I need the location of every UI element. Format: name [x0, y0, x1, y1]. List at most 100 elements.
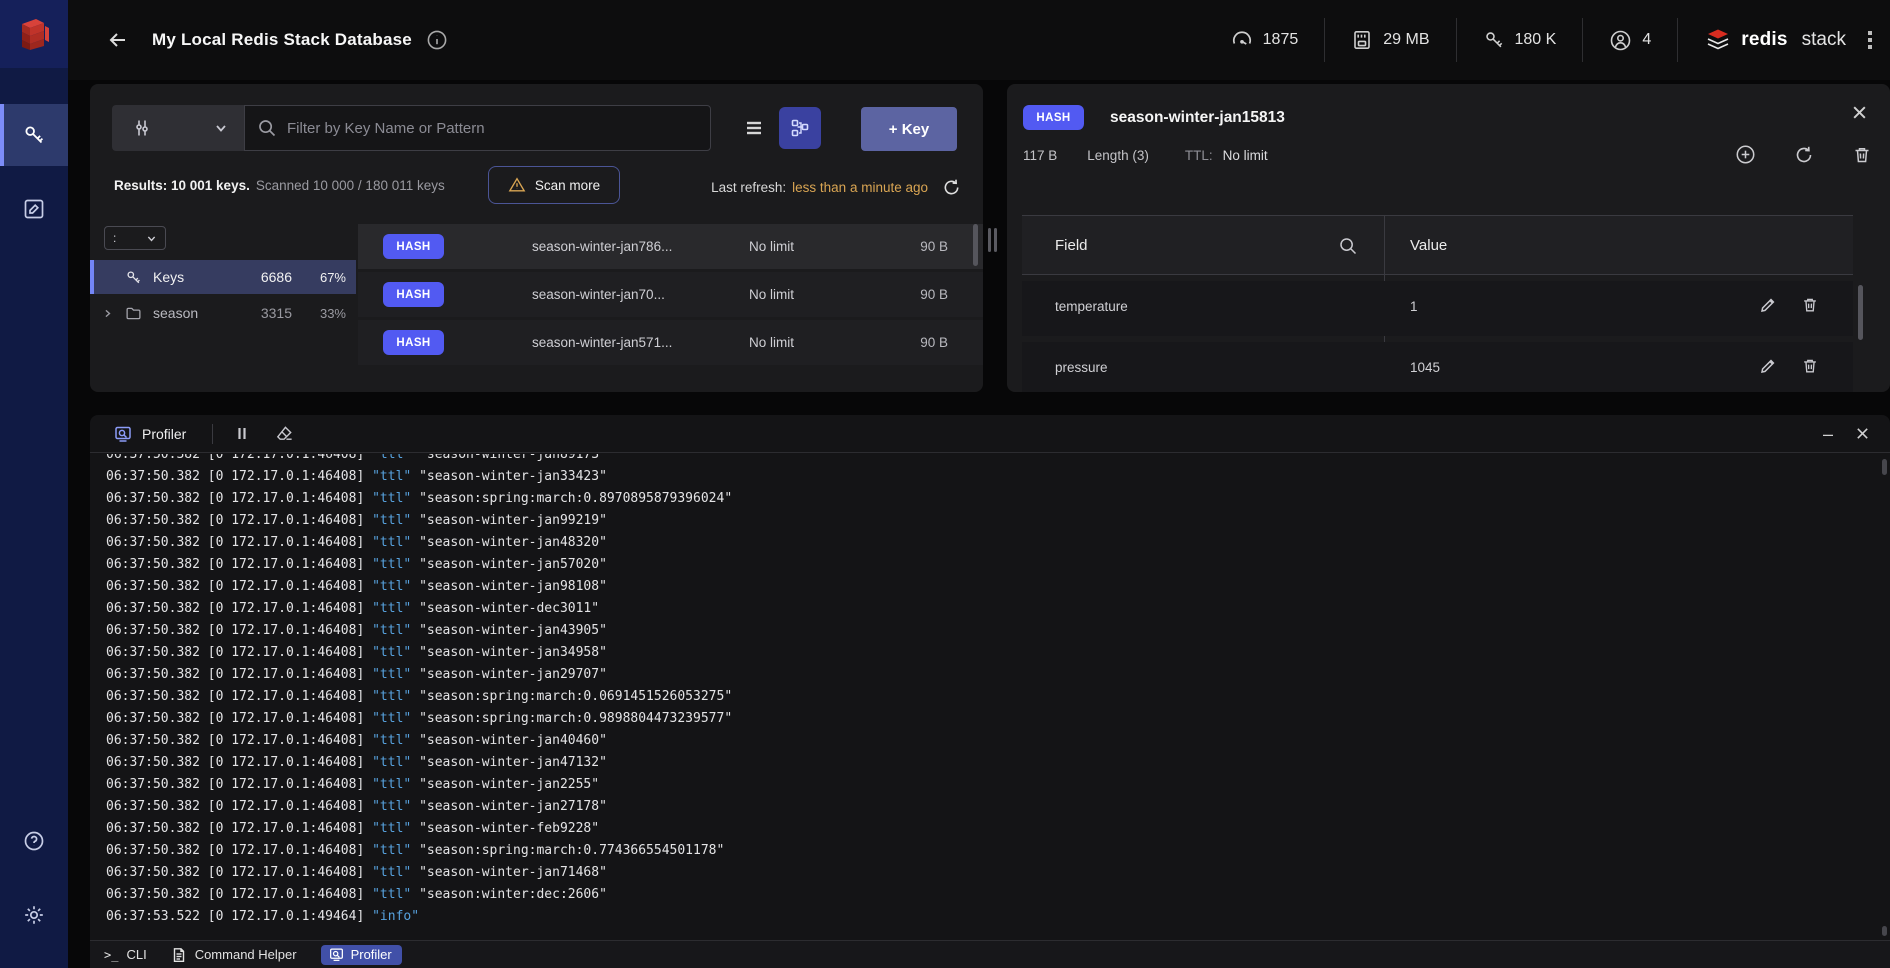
- results-summary: Results: 10 001 keys.Scanned 10 000 / 18…: [114, 178, 445, 193]
- refresh-icon[interactable]: [942, 178, 961, 197]
- database-title: My Local Redis Stack Database: [152, 30, 412, 50]
- key-row[interactable]: HASH season-winter-jan786... No limit 90…: [358, 224, 983, 269]
- edit-field-button[interactable]: [1759, 357, 1777, 375]
- delete-key-button[interactable]: [1852, 145, 1872, 165]
- document-icon: [171, 947, 187, 963]
- scan-more-button[interactable]: Scan more: [488, 166, 620, 204]
- key-ttl: No limit: [749, 287, 794, 302]
- profiler-log[interactable]: 06:37:50.382 [0 172.17.0.1:46408] "ttl" …: [90, 454, 1880, 940]
- log-line: 06:37:50.382 [0 172.17.0.1:46408] "ttl" …: [106, 466, 1880, 488]
- plus-circle-icon: [1735, 144, 1756, 165]
- panel-resize-handle[interactable]: [988, 228, 1000, 252]
- top-header: My Local Redis Stack Database 1875: [68, 0, 1890, 80]
- field-row[interactable]: pressure 1045: [1022, 342, 1853, 392]
- field-search-icon[interactable]: [1338, 236, 1358, 256]
- pencil-icon: [1759, 357, 1777, 375]
- selected-key-name[interactable]: season-winter-jan15813: [1110, 109, 1285, 127]
- tree-view-button[interactable]: [779, 107, 821, 149]
- filter-type-dropdown[interactable]: [112, 105, 244, 151]
- log-line: 06:37:50.382 [0 172.17.0.1:46408] "ttl" …: [106, 884, 1880, 906]
- edit-field-button[interactable]: [1759, 296, 1777, 314]
- memory-icon: [1351, 29, 1373, 51]
- refresh-icon: [1794, 145, 1814, 165]
- key-filter-input[interactable]: [287, 120, 698, 137]
- last-refresh-value: less than a minute ago: [792, 180, 928, 195]
- profiler-tab[interactable]: Profiler: [321, 945, 402, 965]
- close-details-button[interactable]: [1851, 104, 1868, 121]
- pause-profiler-button[interactable]: [235, 426, 249, 441]
- redis-logo[interactable]: [0, 0, 68, 68]
- terminal-icon: >_: [104, 948, 118, 962]
- key-details-header: HASH season-winter-jan15813: [1023, 105, 1285, 130]
- key-row[interactable]: HASH season-winter-jan70... No limit 90 …: [358, 272, 983, 317]
- add-field-button[interactable]: [1735, 144, 1756, 165]
- cli-tab[interactable]: >_ CLI: [104, 947, 147, 962]
- key-ttl: No limit: [749, 335, 794, 350]
- key-list-scrollbar[interactable]: [973, 224, 978, 266]
- list-view-button[interactable]: [735, 109, 773, 147]
- delete-field-button[interactable]: [1801, 357, 1819, 375]
- logo-text-redis: redis: [1741, 29, 1787, 51]
- delimiter-dropdown[interactable]: :: [104, 226, 166, 250]
- search-icon: [257, 118, 277, 138]
- type-badge: HASH: [1023, 105, 1084, 130]
- tree-node-count: 3315: [261, 305, 292, 321]
- add-key-button[interactable]: + Key: [861, 107, 957, 151]
- command-helper-label: Command Helper: [195, 947, 297, 962]
- key-meta: 117 B Length (3) TTL: No limit: [1023, 148, 1268, 163]
- sidebar-item-workbench[interactable]: [0, 180, 68, 238]
- field-row[interactable]: temperature 1: [1022, 281, 1853, 336]
- log-line: 06:37:50.382 [0 172.17.0.1:46408] "ttl" …: [106, 532, 1880, 554]
- last-refresh-label: Last refresh:: [711, 180, 786, 195]
- stat-memory: 29 MB: [1325, 29, 1455, 51]
- key-size: 90 B: [888, 287, 948, 302]
- log-scrollbar[interactable]: [1882, 459, 1887, 475]
- type-badge: HASH: [383, 330, 444, 355]
- folder-icon: [125, 305, 142, 322]
- filter-sliders-icon: [132, 118, 152, 138]
- table-scrollbar[interactable]: [1858, 285, 1863, 340]
- key-list: HASH season-winter-jan786... No limit 90…: [358, 220, 983, 392]
- minimize-profiler-button[interactable]: –: [1823, 429, 1833, 439]
- sidebar-item-settings[interactable]: [0, 886, 68, 944]
- back-button[interactable]: [106, 28, 130, 52]
- log-scrollbar[interactable]: [1882, 926, 1887, 936]
- tree-node-season[interactable]: season 3315 33%: [90, 296, 356, 330]
- refresh-key-button[interactable]: [1794, 145, 1814, 165]
- key-row[interactable]: HASH season-winter-jan571... No limit 90…: [358, 320, 983, 365]
- type-badge: HASH: [383, 282, 444, 307]
- log-line: 06:37:50.382 [0 172.17.0.1:46408] "ttl" …: [106, 862, 1880, 884]
- log-line: 06:37:50.382 [0 172.17.0.1:46408] "ttl" …: [106, 642, 1880, 664]
- stat-total-keys-value: 180 K: [1515, 31, 1557, 49]
- stat-commands-value: 1875: [1263, 31, 1299, 49]
- profiler-panel: Profiler –: [90, 415, 1890, 968]
- profiler-icon: [114, 425, 132, 443]
- close-profiler-button[interactable]: [1855, 426, 1870, 441]
- key-ttl: No limit: [749, 239, 794, 254]
- info-icon[interactable]: [426, 29, 448, 51]
- tree-node-keys[interactable]: Keys 6686 67%: [90, 260, 356, 294]
- delete-field-button[interactable]: [1801, 296, 1819, 314]
- key-size: 117 B: [1023, 148, 1057, 163]
- field-value: 1: [1410, 299, 1418, 314]
- key-name: season-winter-jan786...: [532, 239, 672, 254]
- log-line: 06:37:50.382 [0 172.17.0.1:46408] "ttl" …: [106, 840, 1880, 862]
- ttl-value[interactable]: No limit: [1223, 148, 1268, 163]
- tree-node-percent: 67%: [304, 270, 346, 285]
- sidebar-item-browser[interactable]: [0, 104, 68, 166]
- key-size: 90 B: [888, 239, 948, 254]
- log-line: 06:37:50.382 [0 172.17.0.1:46408] "ttl" …: [106, 454, 1880, 466]
- kebab-menu[interactable]: [1864, 27, 1876, 53]
- profiler-icon: [329, 947, 344, 962]
- sidebar-item-help[interactable]: [0, 812, 68, 870]
- log-line: 06:37:50.382 [0 172.17.0.1:46408] "ttl" …: [106, 708, 1880, 730]
- clear-profiler-button[interactable]: [275, 424, 294, 443]
- warning-icon: [508, 176, 526, 194]
- log-line: 06:37:50.382 [0 172.17.0.1:46408] "ttl" …: [106, 620, 1880, 642]
- key-search: [244, 105, 711, 151]
- command-helper-tab[interactable]: Command Helper: [171, 947, 297, 963]
- results-count: Results: 10 001 keys.: [114, 178, 250, 193]
- log-line: 06:37:53.522 [0 172.17.0.1:49464] "info": [106, 906, 1880, 928]
- log-line: 06:37:50.382 [0 172.17.0.1:46408] "ttl" …: [106, 774, 1880, 796]
- key-icon: [22, 123, 46, 147]
